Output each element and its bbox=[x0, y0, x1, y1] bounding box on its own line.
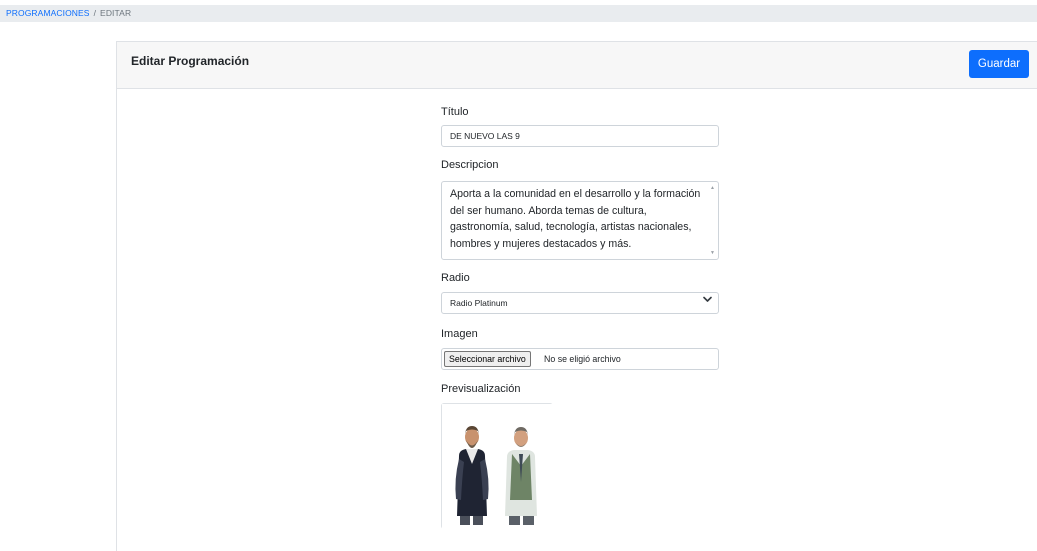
radio-selected-value: Radio Platinum bbox=[450, 298, 508, 308]
title-input[interactable]: DE NUEVO LAS 9 bbox=[441, 125, 719, 147]
description-textarea[interactable]: Aporta a la comunidad en el desarrollo y… bbox=[441, 181, 719, 260]
save-button[interactable]: Guardar bbox=[969, 50, 1029, 78]
image-file-input[interactable]: Seleccionar archivo No se eligió archivo bbox=[441, 348, 719, 370]
page-title: Editar Programación bbox=[131, 54, 250, 68]
radio-select[interactable]: Radio Platinum bbox=[441, 292, 719, 314]
preview-label: Previsualización bbox=[441, 383, 521, 395]
image-label: Imagen bbox=[441, 328, 478, 340]
description-label: Descripcion bbox=[441, 159, 499, 171]
radio-label: Radio bbox=[441, 272, 470, 284]
preview-image bbox=[441, 403, 554, 530]
preview-photo bbox=[442, 404, 554, 530]
scroll-down-icon[interactable]: ▼ bbox=[710, 250, 715, 256]
title-label: Título bbox=[441, 106, 469, 118]
description-text: Aporta a la comunidad en el desarrollo y… bbox=[450, 188, 701, 250]
breadcrumb: PROGRAMACIONES / EDITAR bbox=[0, 5, 1037, 22]
breadcrumb-current: EDITAR bbox=[100, 8, 132, 18]
scroll-up-icon[interactable]: ▲ bbox=[710, 185, 715, 191]
select-file-button[interactable]: Seleccionar archivo bbox=[444, 351, 531, 367]
breadcrumb-separator: / bbox=[93, 8, 97, 18]
chevron-down-icon bbox=[703, 296, 712, 302]
file-status: No se eligió archivo bbox=[544, 354, 621, 364]
card-header: Editar Programación Guardar bbox=[117, 42, 1037, 89]
breadcrumb-programaciones-link[interactable]: PROGRAMACIONES bbox=[6, 8, 90, 18]
